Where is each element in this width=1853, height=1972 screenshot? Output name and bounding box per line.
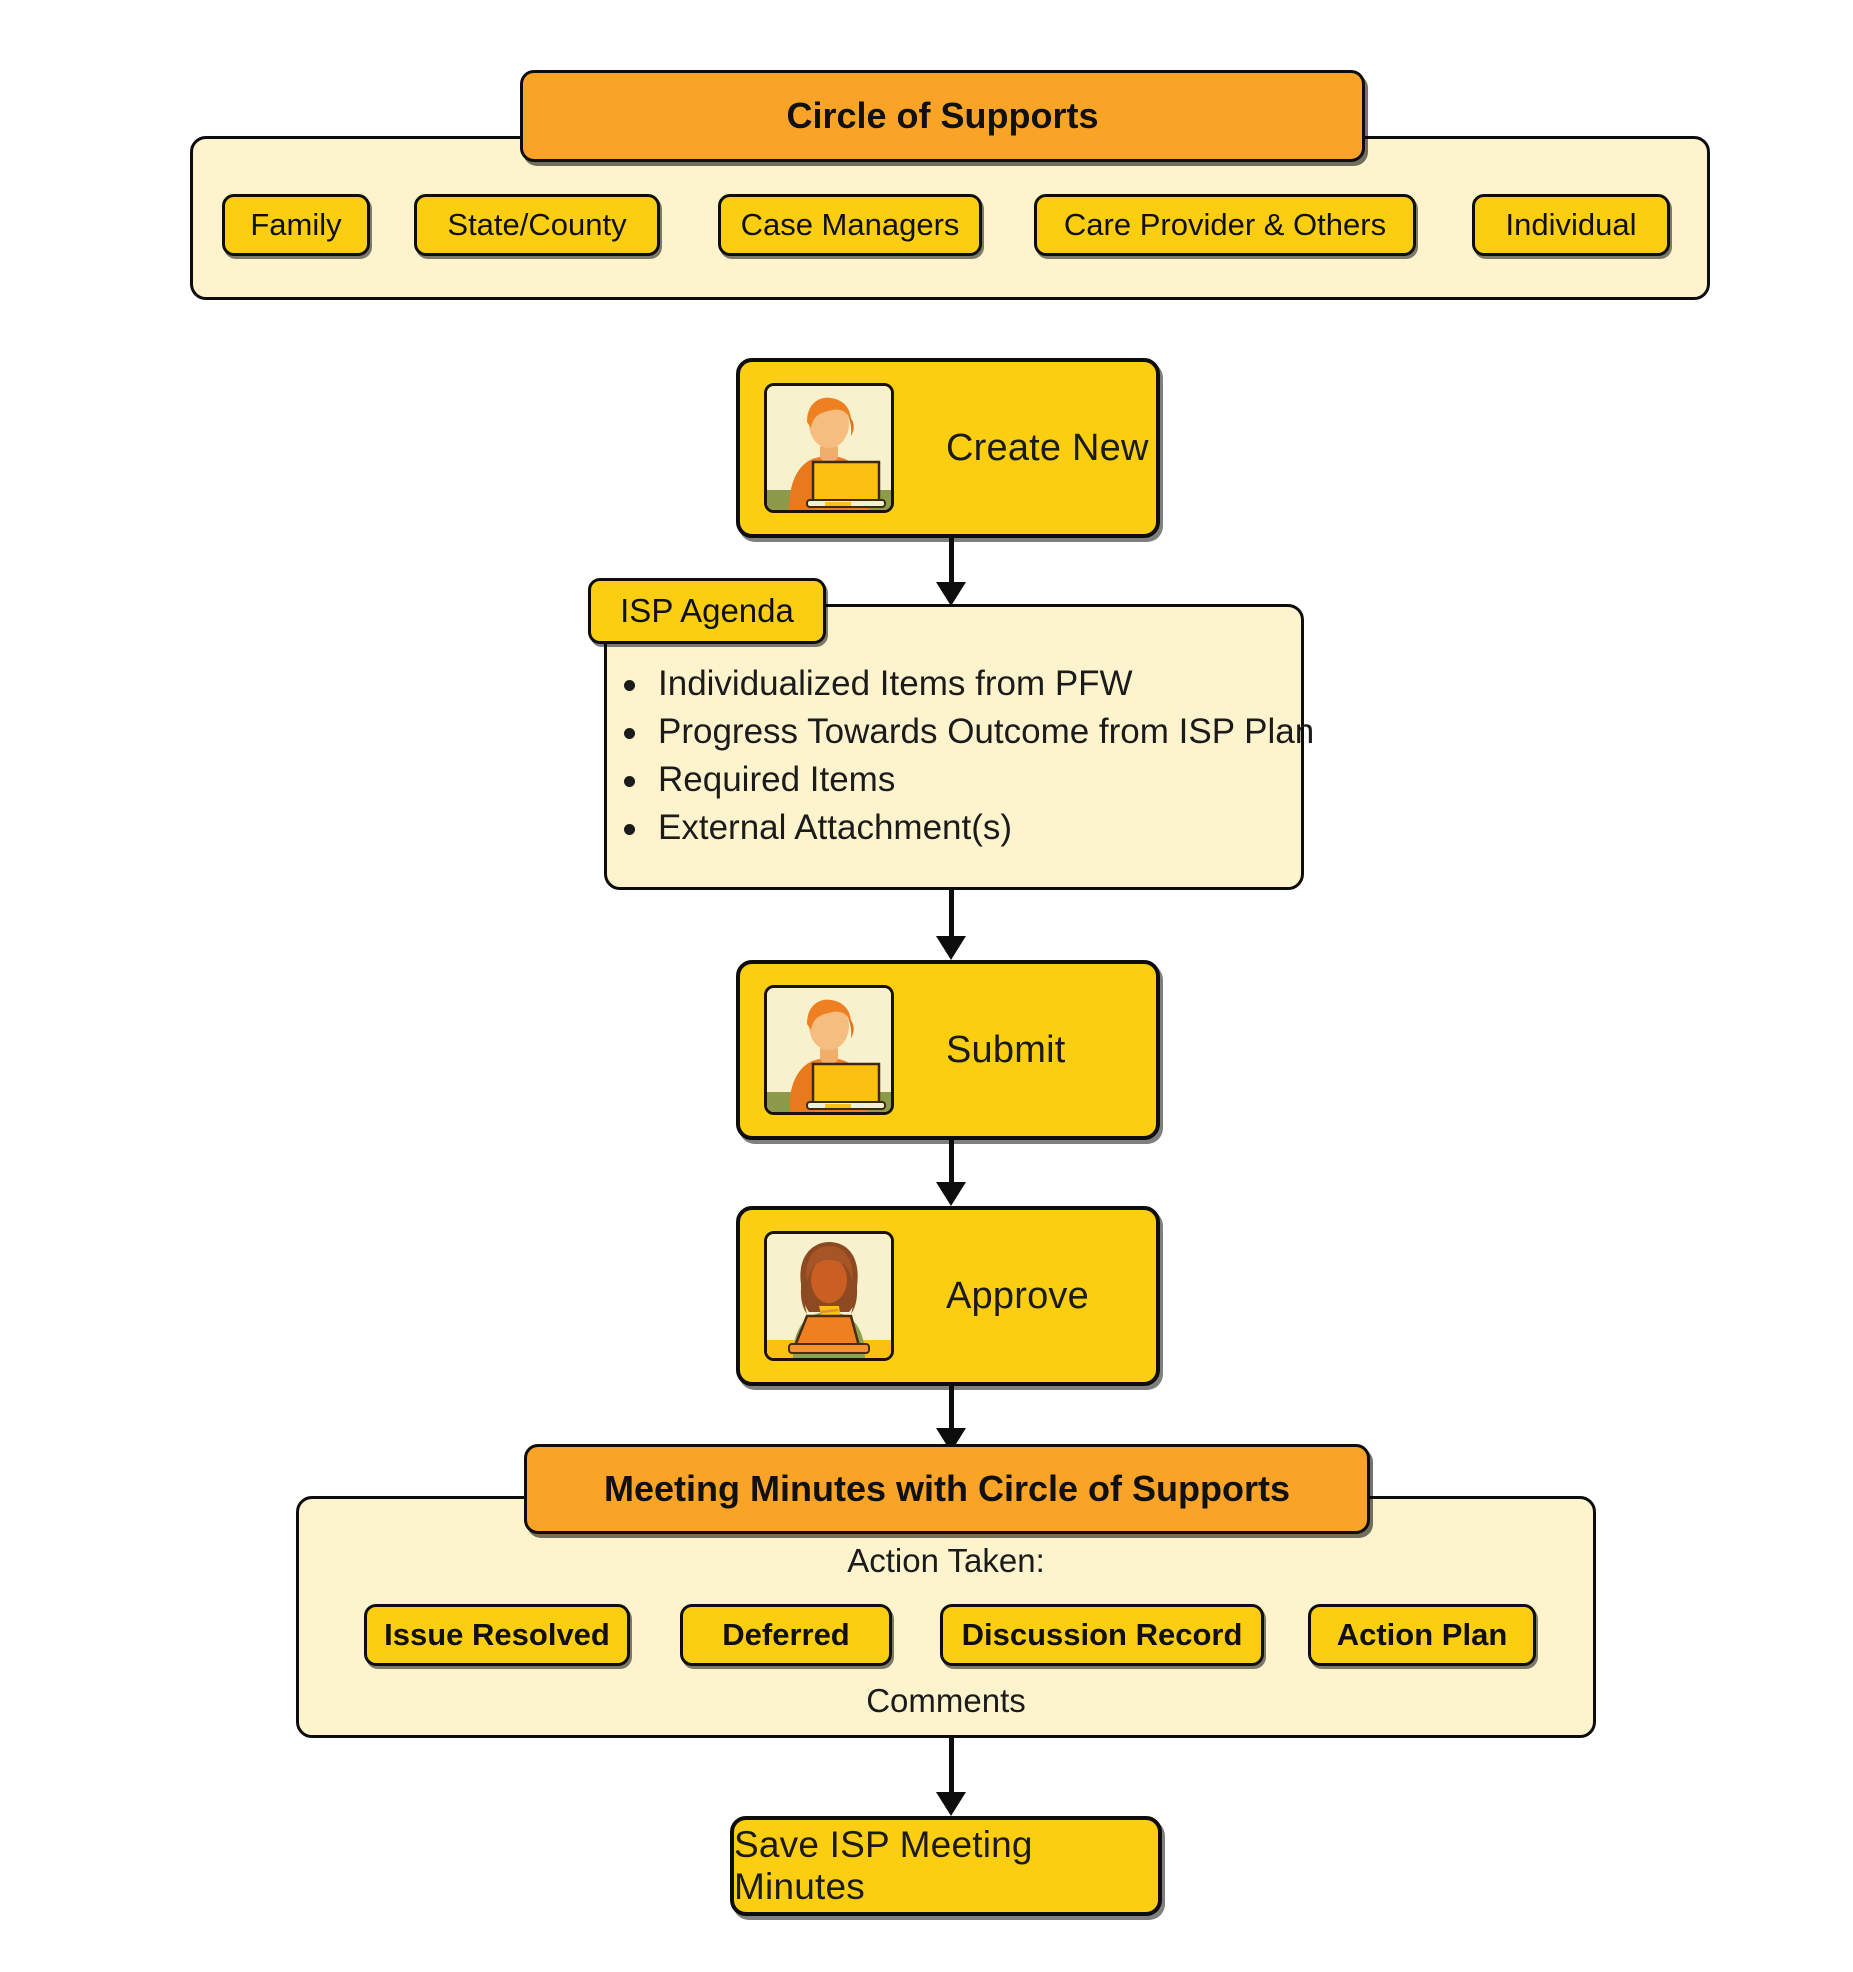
isp-agenda-item: Required Items: [616, 756, 1314, 804]
step-approve[interactable]: Approve: [736, 1206, 1160, 1386]
action-discussion-record[interactable]: Discussion Record: [940, 1604, 1264, 1666]
comments-label: Comments: [866, 1682, 1026, 1719]
isp-agenda-tab[interactable]: ISP Agenda: [588, 578, 826, 644]
action-issue-resolved[interactable]: Issue Resolved: [364, 1604, 630, 1666]
support-member-family[interactable]: Family: [222, 194, 370, 256]
person-at-laptop-icon: [764, 383, 894, 513]
action-deferred[interactable]: Deferred: [680, 1604, 892, 1666]
person-at-laptop-icon: [764, 985, 894, 1115]
flowchart-canvas: Circle of Supports Family State/County C…: [0, 0, 1853, 1972]
support-member-state-county[interactable]: State/County: [414, 194, 660, 256]
support-member-case-managers[interactable]: Case Managers: [718, 194, 982, 256]
action-action-plan[interactable]: Action Plan: [1308, 1604, 1536, 1666]
arrow-submit-to-approve: [936, 1140, 966, 1206]
action-taken-label: Action Taken:: [847, 1542, 1045, 1579]
meeting-minutes-header: Meeting Minutes with Circle of Supports: [524, 1444, 1370, 1534]
circle-of-supports-header: Circle of Supports: [520, 70, 1365, 162]
isp-agenda-item-list: Individualized Items from PFW Progress T…: [616, 660, 1314, 852]
step-approve-label: Approve: [946, 1274, 1089, 1317]
step-create-new[interactable]: Create New: [736, 358, 1160, 538]
arrow-create-to-agenda: [936, 538, 966, 606]
step-create-new-label: Create New: [946, 426, 1149, 469]
isp-agenda-item: External Attachment(s): [616, 804, 1314, 852]
isp-agenda-item: Progress Towards Outcome from ISP Plan: [616, 708, 1314, 756]
arrow-agenda-to-submit: [936, 890, 966, 960]
step-save-isp-meeting-minutes[interactable]: Save ISP Meeting Minutes: [730, 1816, 1162, 1916]
arrow-minutes-to-save: [936, 1738, 966, 1816]
step-submit[interactable]: Submit: [736, 960, 1160, 1140]
support-member-care-provider-others[interactable]: Care Provider & Others: [1034, 194, 1416, 256]
isp-agenda-item: Individualized Items from PFW: [616, 660, 1314, 708]
support-member-individual[interactable]: Individual: [1472, 194, 1670, 256]
woman-at-laptop-icon: [764, 1231, 894, 1361]
arrow-approve-to-minutes: [936, 1386, 966, 1452]
step-save-label: Save ISP Meeting Minutes: [734, 1824, 1033, 1907]
step-submit-label: Submit: [946, 1028, 1066, 1071]
